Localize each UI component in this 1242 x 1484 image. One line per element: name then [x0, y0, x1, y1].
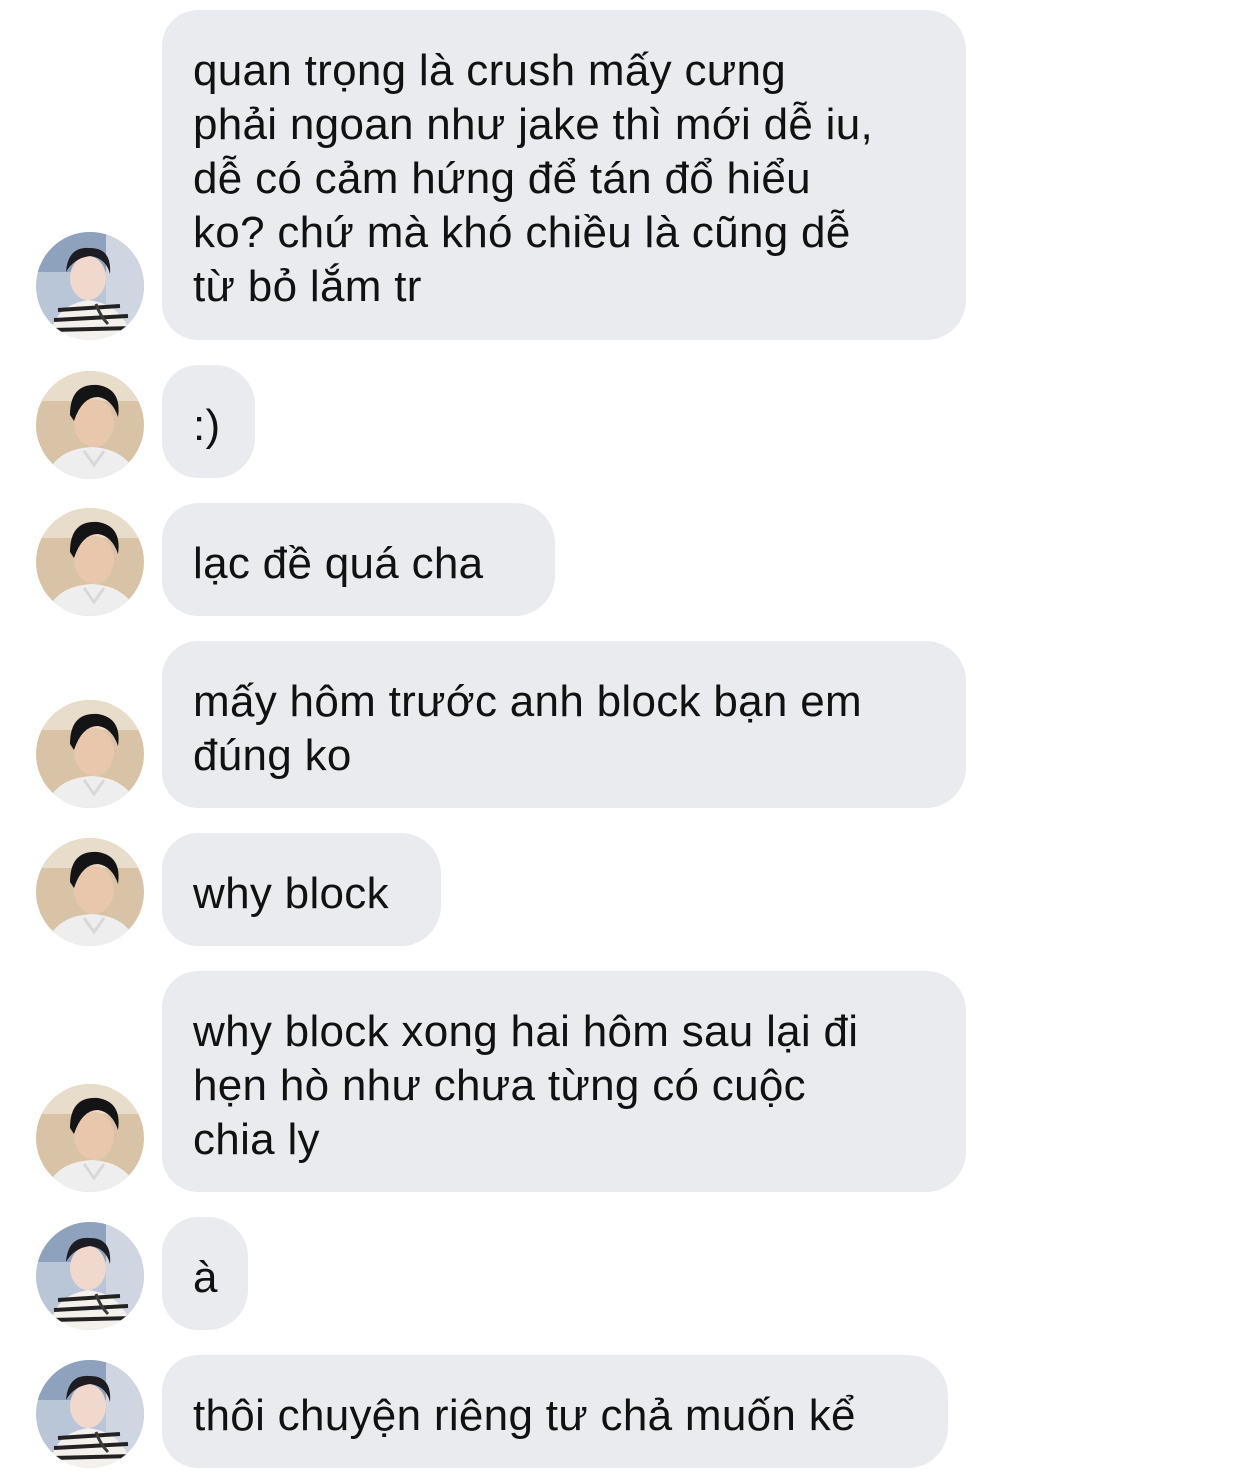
- avatar[interactable]: [36, 508, 144, 616]
- avatar[interactable]: [36, 1222, 144, 1330]
- avatar-striped-shirt-icon: [36, 232, 144, 340]
- message-bubble[interactable]: why block: [162, 833, 441, 946]
- avatar[interactable]: [36, 700, 144, 808]
- avatar-beach-selfie-icon: [36, 700, 144, 808]
- avatar-beach-selfie-icon: [36, 371, 144, 479]
- avatar[interactable]: [36, 838, 144, 946]
- message-bubble[interactable]: :): [162, 365, 255, 478]
- avatar-striped-shirt-icon: [36, 1360, 144, 1468]
- message-thread: quan trọng là crush mấy cưng phải ngoan …: [0, 0, 1242, 1484]
- message-bubble[interactable]: mấy hôm trước anh block bạn em đúng ko: [162, 641, 966, 808]
- avatar[interactable]: [36, 371, 144, 479]
- avatar-beach-selfie-icon: [36, 1084, 144, 1192]
- avatar-beach-selfie-icon: [36, 508, 144, 616]
- message-bubble[interactable]: lạc đề quá cha: [162, 503, 555, 616]
- message-bubble[interactable]: why block xong hai hôm sau lại đi hẹn hò…: [162, 971, 966, 1192]
- avatar-striped-shirt-icon: [36, 1222, 144, 1330]
- message-bubble[interactable]: à: [162, 1217, 248, 1330]
- avatar[interactable]: [36, 1360, 144, 1468]
- message-bubble[interactable]: quan trọng là crush mấy cưng phải ngoan …: [162, 10, 966, 340]
- avatar-beach-selfie-icon: [36, 838, 144, 946]
- avatar[interactable]: [36, 1084, 144, 1192]
- message-bubble[interactable]: thôi chuyện riêng tư chả muốn kể: [162, 1355, 948, 1468]
- avatar[interactable]: [36, 232, 144, 340]
